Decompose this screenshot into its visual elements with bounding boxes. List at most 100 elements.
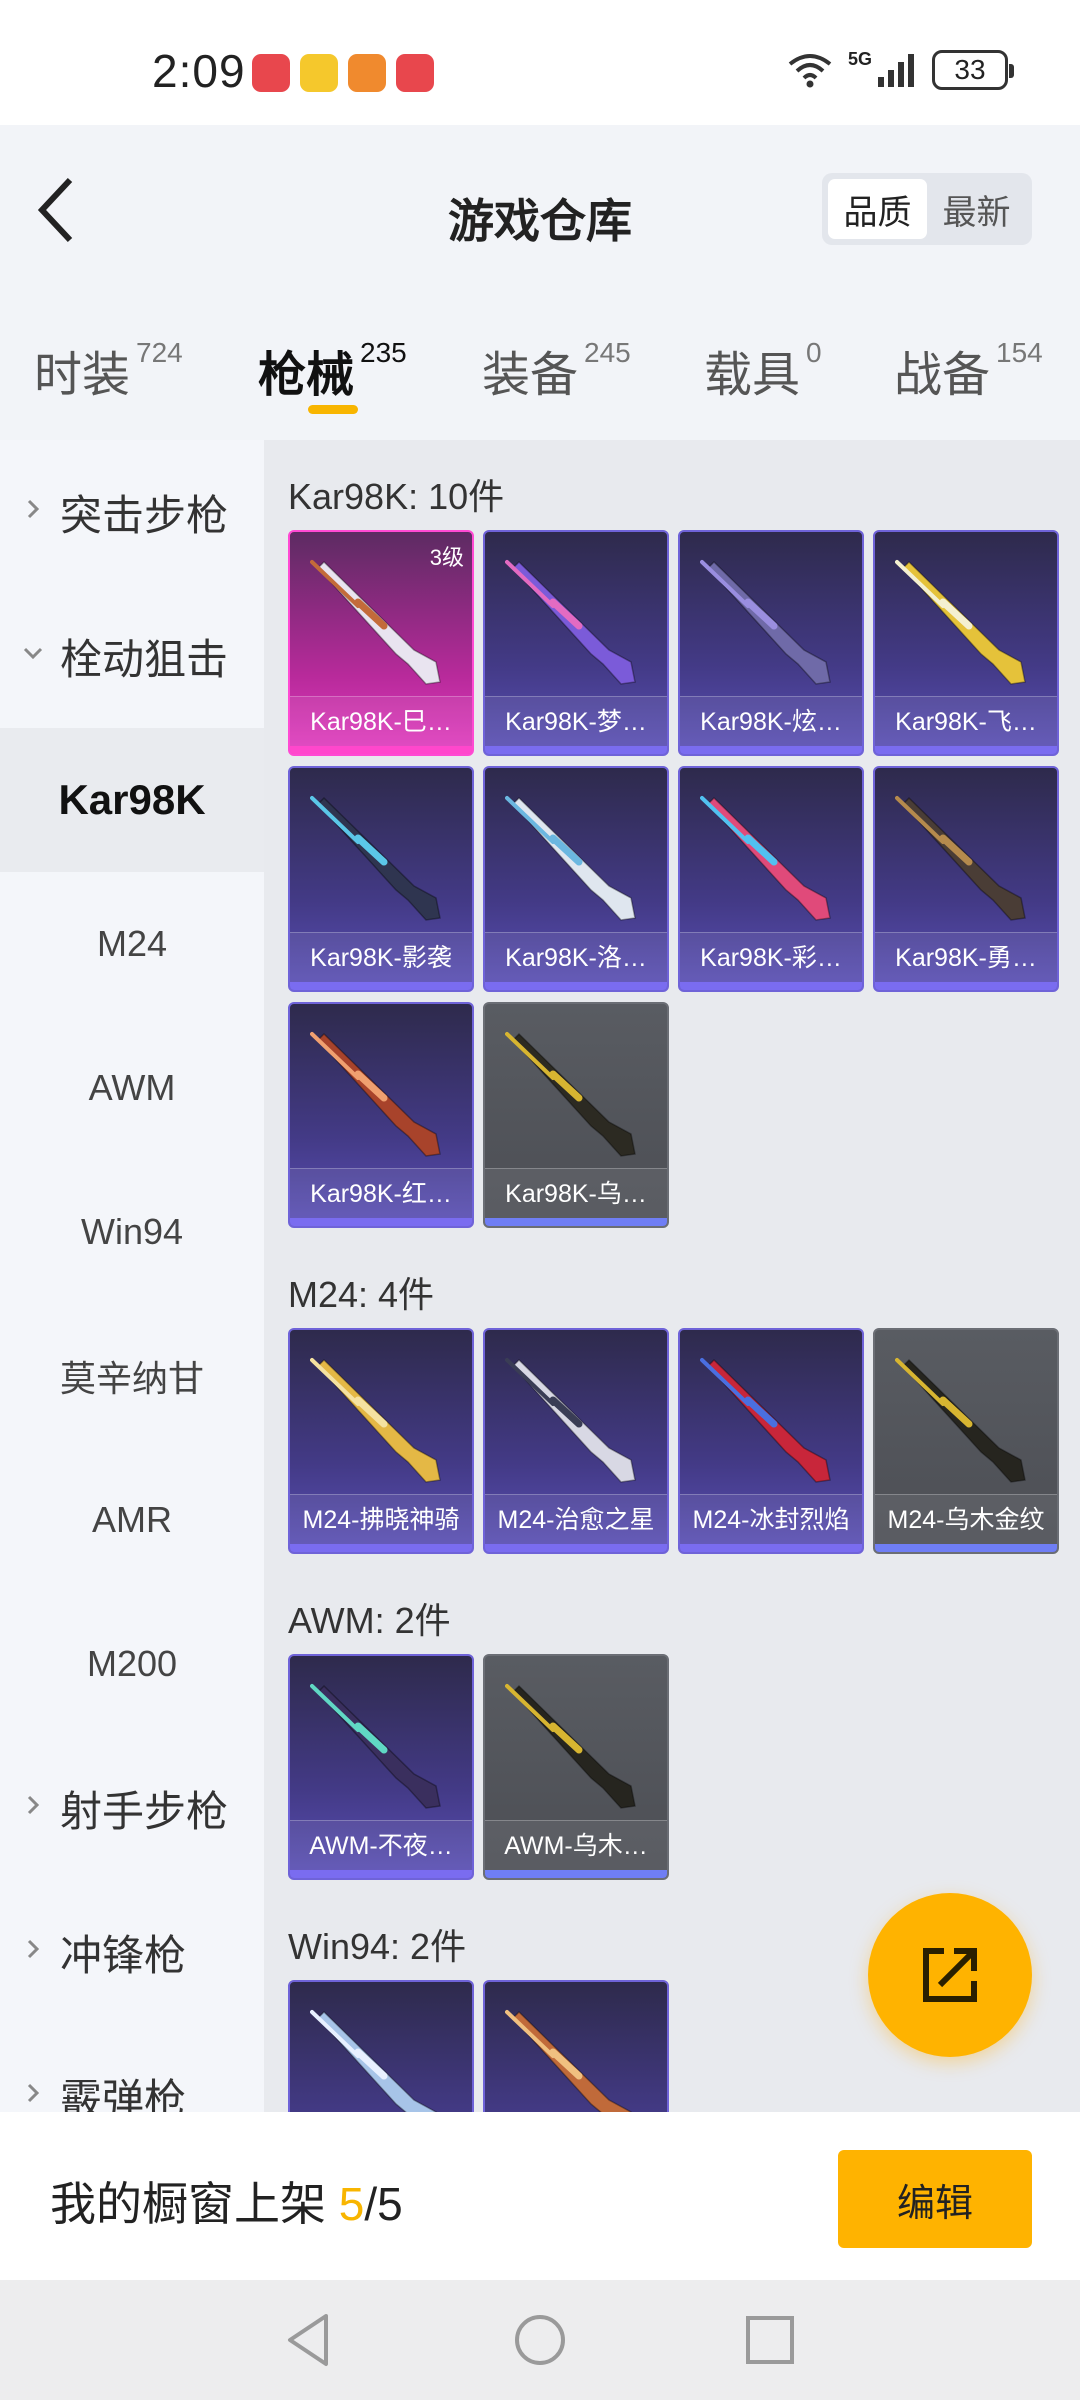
category-tabs: 时装 724 枪械 235 装备 245 载具 0 战备 154 [0, 295, 1080, 440]
weapon-skin-card[interactable]: Kar98K-红… [288, 1002, 474, 1228]
sidebar-group[interactable]: 霰弹枪 [0, 2024, 264, 2112]
weapon-skin-card[interactable]: Kar98K-飞… [873, 530, 1059, 756]
rarity-stripe [485, 1544, 667, 1552]
weapon-skin-card[interactable]: 3级 Kar98K-巳… [288, 530, 474, 756]
rifle-icon [310, 1684, 441, 1809]
tab-weapons[interactable]: 枪械 235 [258, 335, 407, 405]
sidebar-item[interactable]: AWM [0, 1016, 264, 1160]
showcase-status: 我的橱窗上架 5/5 [50, 2168, 403, 2234]
skin-name: AWM-不夜… [290, 1820, 472, 1870]
system-recents-icon[interactable] [740, 2310, 800, 2370]
skin-name: Kar98K-梦… [485, 696, 667, 746]
tab-equipment[interactable]: 装备 245 [482, 335, 631, 405]
sort-newest-button[interactable]: 最新 [927, 179, 1026, 239]
showcase-label: 我的橱窗上架 [50, 2178, 339, 2230]
notification-app-icon [300, 54, 338, 92]
rifle-icon [505, 1032, 636, 1157]
sidebar-item[interactable]: Win94 [0, 1160, 264, 1304]
skin-name: Kar98K-红… [290, 1168, 472, 1218]
rarity-stripe [290, 1870, 472, 1878]
signal-icon [878, 54, 914, 87]
rarity-stripe [290, 1218, 472, 1226]
weapon-skin-card[interactable]: M24-治愈之星 [483, 1328, 669, 1554]
rifle-icon [895, 560, 1026, 685]
weapon-skin-card[interactable]: Kar98K-洛… [483, 766, 669, 992]
sidebar-group[interactable]: 栓动狙击 [0, 584, 264, 728]
weapon-group-title: Kar98K: 10件 [288, 476, 505, 517]
rifle-icon [505, 796, 636, 921]
skin-name: M24-冰封烈焰 [680, 1494, 862, 1544]
rifle-icon [700, 560, 831, 685]
skin-name: Kar98K-勇… [875, 932, 1057, 982]
chevron-down-icon [23, 647, 43, 660]
weapon-skin-card[interactable]: Kar98K-炫… [678, 530, 864, 756]
skin-name: Kar98K-彩… [680, 932, 862, 982]
weapon-skin-card[interactable] [288, 1980, 474, 2112]
rifle-icon [505, 1358, 636, 1483]
share-button[interactable] [868, 1893, 1032, 2057]
rifle-icon [310, 1032, 441, 1157]
sidebar-item[interactable]: Kar98K [0, 728, 264, 872]
rarity-stripe [875, 1544, 1057, 1552]
weapon-group-title: M24: 4件 [288, 1274, 435, 1315]
weapon-type-sidebar: 突击步枪栓动狙击 Kar98K M24 AWM Win94 莫辛纳甘 AMR M200 射手步枪… [0, 440, 264, 2112]
weapon-skin-card[interactable]: Kar98K-彩… [678, 766, 864, 992]
notification-app-icon [396, 54, 434, 92]
status-indicators: 5G 33 [786, 49, 1014, 90]
rarity-stripe [485, 746, 667, 754]
skin-name: Kar98K-巳… [290, 696, 472, 746]
rifle-icon [310, 1358, 441, 1483]
weapon-group-title: AWM: 2件 [288, 1600, 451, 1641]
sidebar-item[interactable]: AMR [0, 1448, 264, 1592]
weapon-skin-card[interactable]: Kar98K-乌… [483, 1002, 669, 1228]
rarity-stripe [680, 746, 862, 754]
sidebar-item[interactable]: M200 [0, 1592, 264, 1736]
weapon-skin-card[interactable]: M24-拂晓神骑 [288, 1328, 474, 1554]
active-tab-indicator [308, 405, 358, 414]
sidebar-group[interactable]: 冲锋枪 [0, 1880, 264, 2024]
sort-quality-button[interactable]: 品质 [828, 179, 927, 239]
sidebar-item[interactable]: 莫辛纳甘 [0, 1304, 264, 1448]
weapon-skin-card[interactable]: AWM-乌木… [483, 1654, 669, 1880]
sidebar-item[interactable]: M24 [0, 872, 264, 1016]
sidebar-item-label: M200 [86, 1643, 178, 1684]
notification-icons [252, 54, 434, 92]
rifle-icon [895, 796, 1026, 921]
sidebar-item-label: 突击步枪 [60, 491, 229, 539]
weapon-skin-card[interactable]: AWM-不夜… [288, 1654, 474, 1880]
skin-name: Kar98K-飞… [875, 696, 1057, 746]
rifle-icon [310, 796, 441, 921]
system-home-icon[interactable] [510, 2310, 570, 2370]
rarity-stripe [485, 1218, 667, 1226]
notification-app-icon [252, 54, 290, 92]
weapon-skin-card[interactable]: Kar98K-梦… [483, 530, 669, 756]
weapon-skin-card[interactable]: Kar98K-勇… [873, 766, 1059, 992]
status-bar: 2:09 5G 33 [0, 0, 1080, 125]
weapon-skin-card[interactable]: Kar98K-影袭 [288, 766, 474, 992]
sidebar-group[interactable]: 射手步枪 [0, 1736, 264, 1880]
showcase-total-count: /5 [364, 2178, 403, 2230]
rarity-stripe [290, 1544, 472, 1552]
rifle-icon [700, 796, 831, 921]
sidebar-group[interactable]: 突击步枪 [0, 440, 264, 584]
tab-supplies[interactable]: 战备 154 [894, 335, 1043, 405]
rarity-stripe [680, 1544, 862, 1552]
battery-icon: 33 [932, 50, 1014, 90]
edit-button[interactable]: 编辑 [838, 2150, 1032, 2248]
tab-fashion[interactable]: 时装 724 [34, 335, 183, 405]
battery-level: 33 [954, 54, 986, 85]
chevron-right-icon [27, 1939, 40, 1959]
rarity-stripe [875, 746, 1057, 754]
tab-vehicles[interactable]: 载具 0 [704, 335, 822, 405]
weapon-skin-card[interactable] [483, 1980, 669, 2112]
skin-level-badge: 3级 [429, 545, 464, 570]
sidebar-item-label: 射手步枪 [60, 1787, 229, 1835]
weapon-skin-card[interactable]: M24-乌木金纹 [873, 1328, 1059, 1554]
tab-count: 154 [996, 337, 1043, 368]
rifle-icon [310, 560, 441, 685]
system-back-icon[interactable] [280, 2310, 340, 2370]
skin-name: M24-治愈之星 [485, 1494, 667, 1544]
weapon-skin-card[interactable]: M24-冰封烈焰 [678, 1328, 864, 1554]
sidebar-item-label: M24 [96, 923, 168, 964]
skin-name: Kar98K-洛… [485, 932, 667, 982]
